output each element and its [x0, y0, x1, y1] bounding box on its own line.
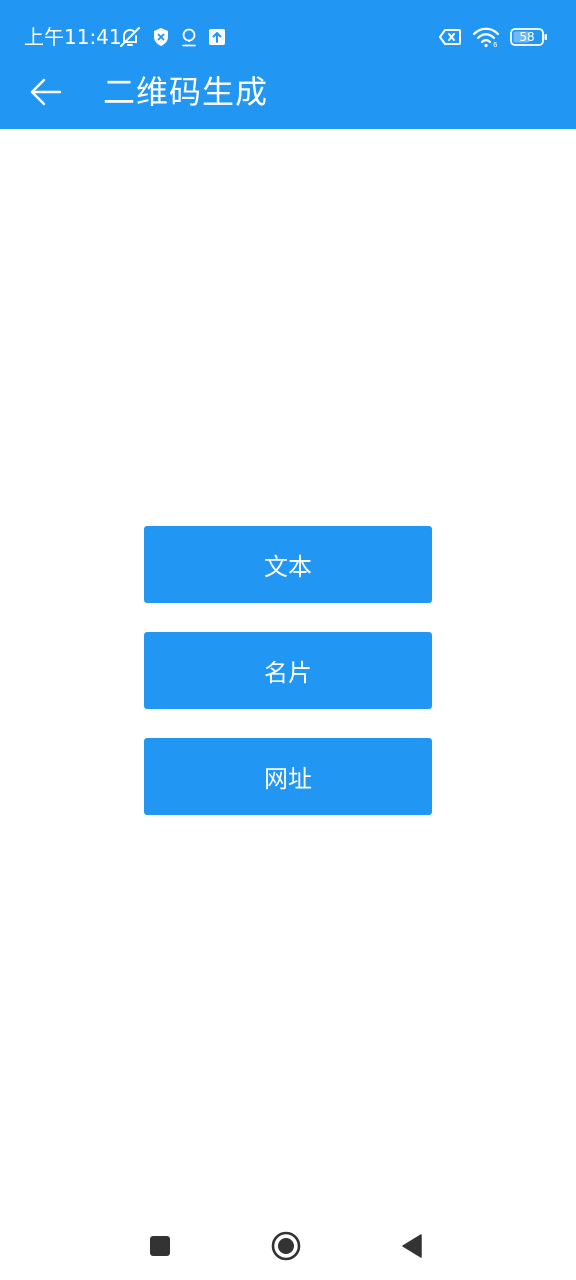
sim-error-icon	[438, 28, 462, 46]
status-icons-right: 6 58	[438, 24, 547, 50]
status-time: 上午11:41	[24, 25, 122, 49]
business-card-button[interactable]: 名片	[144, 632, 432, 709]
top-bar: 上午11:41 6 58 二维码生成	[0, 0, 576, 129]
back-button[interactable]	[24, 70, 68, 114]
shield-icon	[152, 27, 170, 47]
qr-type-menu: 文本 名片 网址	[144, 526, 432, 844]
back-icon	[400, 1233, 424, 1259]
upload-icon	[208, 28, 226, 46]
battery-level: 58	[519, 30, 535, 44]
text-button[interactable]: 文本	[144, 526, 432, 603]
status-icons-left	[118, 24, 226, 50]
battery-icon: 58	[510, 28, 547, 46]
back-nav-button[interactable]	[392, 1226, 432, 1266]
svg-text:6: 6	[493, 41, 498, 48]
notifications-off-icon	[118, 25, 142, 49]
app-bar: 二维码生成	[0, 60, 576, 124]
arrow-left-icon	[29, 78, 63, 106]
wifi-icon: 6	[472, 26, 500, 48]
home-button[interactable]	[266, 1226, 306, 1266]
system-nav-bar	[0, 1210, 576, 1280]
page-title: 二维码生成	[103, 73, 269, 111]
location-icon	[180, 27, 198, 47]
home-icon	[270, 1230, 302, 1262]
recents-button[interactable]	[140, 1226, 180, 1266]
url-button[interactable]: 网址	[144, 738, 432, 815]
recents-icon	[148, 1234, 172, 1258]
